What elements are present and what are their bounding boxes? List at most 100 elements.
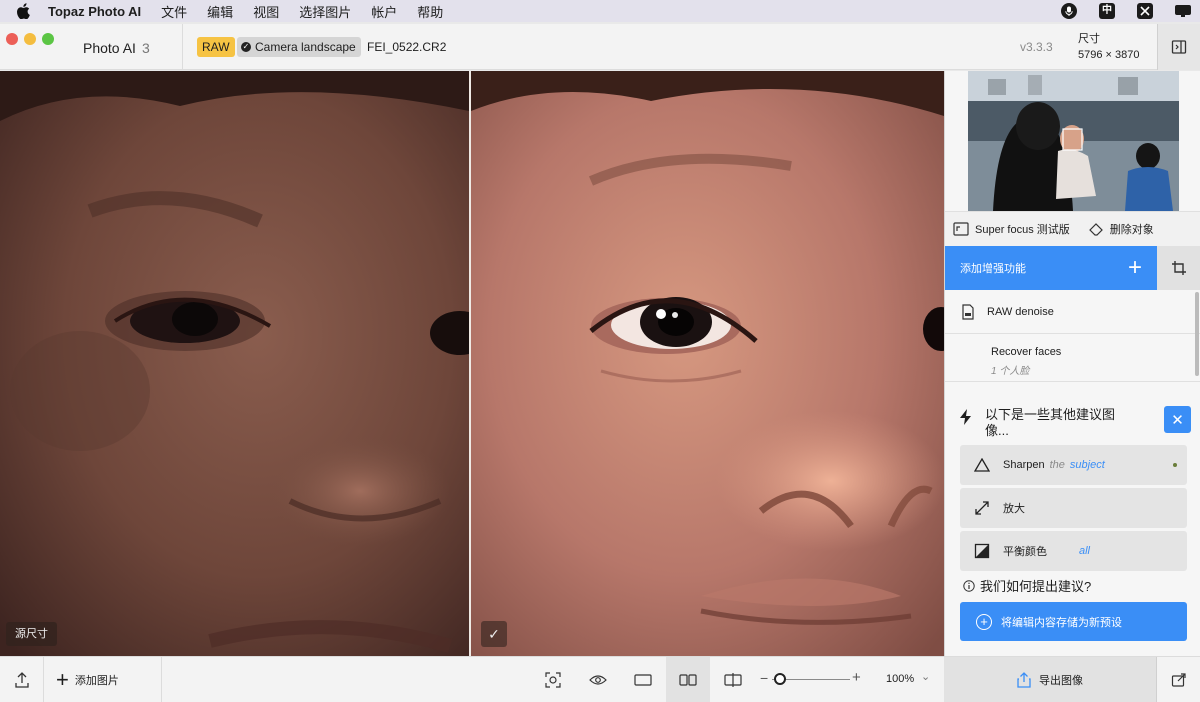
color-balance-icon <box>974 543 990 559</box>
title-divider <box>182 24 183 70</box>
app-title-version: 3 <box>141 40 150 56</box>
side-by-side-icon <box>679 674 697 686</box>
remove-object-label: 删除对象 <box>1109 224 1154 236</box>
face-detect-button[interactable] <box>531 657 575 702</box>
right-panel: Super focus 测试版 删除对象 添加增强功能 + RAW denois… <box>944 71 1200 656</box>
comparison-split-line[interactable] <box>469 71 471 656</box>
raw-file-icon <box>962 303 974 320</box>
menu-app-name[interactable]: Topaz Photo AI <box>48 4 141 19</box>
suggestion-balance-color-target: all <box>1079 545 1091 557</box>
display-icon[interactable] <box>1174 3 1192 19</box>
feature-recover-faces[interactable]: Recover faces 1 个人脸 <box>945 334 1200 382</box>
super-focus-label: Super focus 测试版 <box>975 224 1070 236</box>
title-bar: Photo AI 3 RAW ✓ Camera landscape FEI_052… <box>0 24 1200 70</box>
triangle-icon <box>974 457 990 473</box>
side-by-side-view-button[interactable] <box>666 657 710 702</box>
feature-raw-denoise[interactable]: RAW denoise <box>945 290 1200 334</box>
capcut-icon[interactable] <box>1136 3 1154 19</box>
suggestion-upscale[interactable]: 放大 <box>960 488 1187 528</box>
expand-arrow-icon <box>974 500 990 516</box>
how-suggest-label: 我们如何提出建议? <box>980 579 1092 594</box>
eraser-icon <box>1088 223 1103 236</box>
add-enhancement-row: 添加增强功能 + <box>945 246 1200 290</box>
zoom-out-button[interactable]: − <box>760 670 768 686</box>
menu-select-image[interactable]: 选择图片 <box>299 2 351 21</box>
bottom-divider <box>161 657 162 702</box>
minimize-window-button[interactable] <box>24 33 36 45</box>
preset-badge-label: Camera landscape <box>255 40 356 54</box>
zoom-in-button[interactable]: + <box>852 669 861 686</box>
export-image-label: 导出图像 <box>1039 675 1083 687</box>
chevron-down-icon[interactable]: ⌄ <box>921 670 930 683</box>
enhanced-face-image <box>471 71 944 656</box>
source-size-label: 源尺寸 <box>6 622 57 646</box>
sidebar-toggle-icon <box>1171 40 1187 54</box>
super-focus-button[interactable]: Super focus 测试版 <box>953 221 1070 237</box>
export-image-button[interactable]: 导出图像 <box>944 657 1156 702</box>
info-icon <box>963 579 975 592</box>
navigator-image <box>968 71 1179 211</box>
add-enhancement-button[interactable]: 添加增强功能 + <box>945 246 1157 290</box>
fullscreen-window-button[interactable] <box>42 33 54 45</box>
menu-edit[interactable]: 编辑 <box>207 2 233 21</box>
suggestions-title: 以下是一些其他建议图像... <box>985 407 1116 438</box>
suggestion-balance-color-label: 平衡颜色 <box>1003 546 1047 558</box>
add-image-label: 添加图片 <box>74 675 119 687</box>
menu-help[interactable]: 帮助 <box>417 2 443 21</box>
suggestion-upscale-label: 放大 <box>1003 503 1025 515</box>
close-window-button[interactable] <box>6 33 18 45</box>
preview-toggle-button[interactable] <box>576 657 620 702</box>
share-button[interactable] <box>1156 657 1200 702</box>
close-icon: ✕ <box>1171 411 1184 429</box>
menu-account[interactable]: 帐户 <box>371 2 397 21</box>
suggestion-balance-color[interactable]: 平衡颜色 all <box>960 531 1187 571</box>
share-icon <box>1171 673 1186 687</box>
remove-object-button[interactable]: 删除对象 <box>1088 221 1154 237</box>
tool-row: Super focus 测试版 删除对象 <box>945 211 1200 246</box>
menu-bar: Topaz Photo AI 文件 编辑 视图 选择图片 帐户 帮助 中 <box>0 0 1200 22</box>
microphone-icon[interactable] <box>1060 3 1078 19</box>
how-suggest-link[interactable]: 我们如何提出建议? <box>963 576 1091 595</box>
single-view-icon <box>634 674 652 686</box>
original-face-image <box>0 71 469 656</box>
check-circle-icon: ✓ <box>241 42 251 52</box>
feature-recover-faces-label: Recover faces <box>991 346 1062 358</box>
split-view-button[interactable] <box>711 657 755 702</box>
add-image-button[interactable]: + 添加图片 <box>56 657 119 702</box>
suggestion-sharpen-target: subject <box>1069 459 1105 471</box>
crop-button[interactable] <box>1157 246 1200 290</box>
input-method-icon[interactable]: 中 <box>1098 3 1116 19</box>
original-image-pane[interactable] <box>0 71 469 656</box>
suggestions-close-button[interactable]: ✕ <box>1164 406 1191 433</box>
upload-button[interactable] <box>0 657 44 702</box>
upload-icon <box>14 672 29 688</box>
image-viewer[interactable]: 源尺寸 ✓ <box>0 71 944 656</box>
menu-view[interactable]: 视图 <box>253 2 279 21</box>
app-title: Photo AI 3 <box>83 40 150 56</box>
focus-frame-icon <box>953 222 969 236</box>
zoom-value[interactable]: 100% <box>886 673 914 685</box>
face-scan-icon <box>545 672 561 688</box>
enhanced-image-pane[interactable] <box>471 71 944 656</box>
feature-raw-denoise-label: RAW denoise <box>987 305 1054 318</box>
status-dot <box>1173 463 1177 467</box>
accept-check-button[interactable]: ✓ <box>481 621 507 647</box>
menu-file[interactable]: 文件 <box>161 2 187 21</box>
file-name: FEI_0522.CR2 <box>367 40 447 54</box>
app-title-text: Photo AI <box>83 40 136 56</box>
eye-icon <box>589 675 607 685</box>
panel-scrollbar[interactable] <box>1195 292 1199 376</box>
preset-badge[interactable]: ✓ Camera landscape <box>237 37 361 57</box>
export-icon <box>1017 672 1031 688</box>
apple-logo-icon[interactable] <box>16 3 30 19</box>
sidebar-toggle-button[interactable] <box>1157 24 1200 70</box>
plus-circle-icon: + <box>976 613 992 630</box>
feature-recover-faces-count: 1 个人脸 <box>991 366 1030 377</box>
single-view-button[interactable] <box>621 657 665 702</box>
suggestion-sharpen-label: Sharpen <box>1003 459 1045 471</box>
app-version: v3.3.3 <box>1020 40 1053 54</box>
suggestion-sharpen[interactable]: Sharpen the subject <box>960 445 1187 485</box>
navigator-thumbnail[interactable] <box>968 71 1179 211</box>
save-preset-button[interactable]: + 将编辑内容存储为新预设 <box>960 602 1187 641</box>
zoom-slider-handle[interactable] <box>773 673 786 685</box>
